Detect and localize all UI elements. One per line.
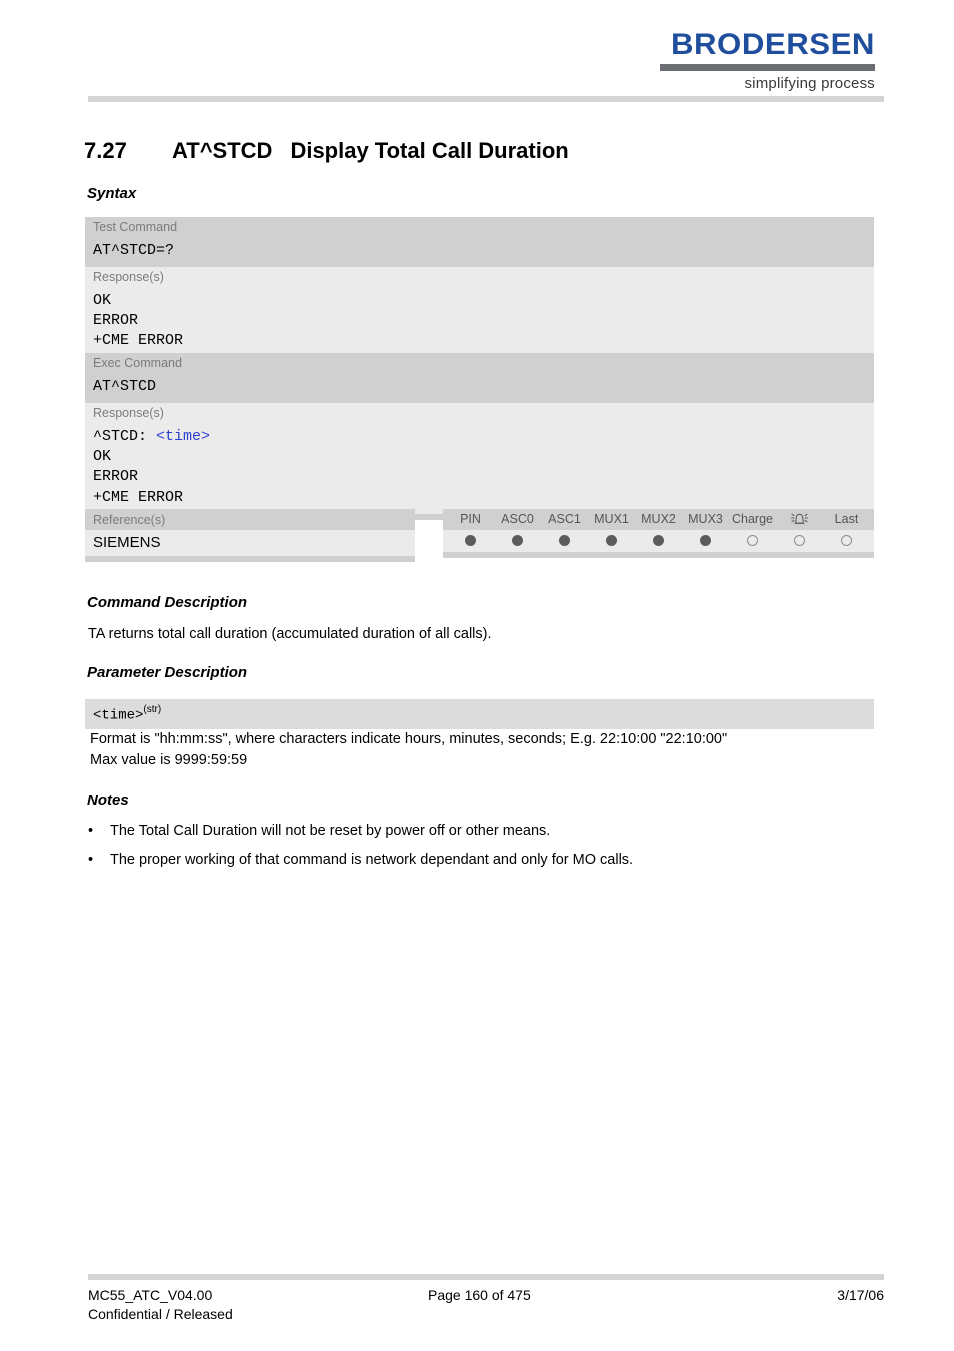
footer-secondary-row: Confidential / Released (88, 1304, 884, 1323)
reference-label: Reference(s) (85, 509, 415, 530)
capability-col-asc0: ASC0 (501, 512, 534, 526)
notes-list: • The Total Call Duration will not be re… (88, 821, 868, 879)
alarm-icon (776, 512, 823, 528)
capability-dot-pin (447, 534, 494, 546)
section-title-text: Display Total Call Duration (290, 138, 569, 163)
page-title: 7.27 AT^STCD Display Total Call Duration (84, 138, 569, 164)
capability-table: PIN ASC0 ASC1 MUX1 MUX2 MUX3 Charge Last (443, 509, 874, 558)
capability-header-row: PIN ASC0 ASC1 MUX1 MUX2 MUX3 Charge Last (443, 509, 874, 530)
footer-classification: Confidential / Released (88, 1306, 233, 1322)
bullet-icon: • (88, 823, 94, 839)
parameter-format-line: Format is "hh:mm:ss", where characters i… (90, 731, 728, 747)
parameter-type: (str) (143, 704, 162, 715)
document-page: BRODERSEN simplifying process 7.27 AT^STC… (0, 0, 954, 1351)
page-footer: MC55_ATC_V04.00 Page 160 of 475 3/17/06 … (88, 1285, 884, 1323)
caret-glyph: ^ (111, 241, 121, 259)
list-item: • The proper working of that command is … (88, 850, 868, 872)
table-bottom-bar (85, 556, 415, 562)
command-description-text: TA returns total call duration (accumula… (88, 626, 492, 642)
caret-glyph: ^ (93, 427, 103, 445)
test-response-code: OK ERROR +CME ERROR (85, 287, 874, 358)
bullet-icon: • (88, 851, 94, 868)
capability-col-last: Last (834, 512, 859, 526)
brodersen-logo: BRODERSEN simplifying process (660, 30, 875, 92)
capability-dot-mux3 (682, 534, 729, 546)
logo-tagline: simplifying process (744, 75, 875, 92)
heading-notes: Notes (87, 792, 129, 809)
note-text: The proper working of that command is ne… (110, 851, 634, 868)
footer-primary-row: MC55_ATC_V04.00 Page 160 of 475 3/17/06 (88, 1285, 884, 1304)
capability-dot-mux2 (635, 534, 682, 546)
logo-underline-bar (660, 64, 875, 71)
header-divider (88, 96, 884, 102)
exec-command-table: Exec Command AT^STCD Response(s) ^STCD: … (85, 353, 874, 520)
capability-dot-last (823, 534, 870, 546)
parameter-name-bar: <time>(str) (85, 699, 874, 730)
section-command: AT^STCD (172, 138, 273, 163)
footer-date: 3/17/06 (837, 1287, 884, 1303)
heading-command-description: Command Description (87, 594, 248, 611)
parameter-name: <time> (93, 707, 144, 724)
exec-response-code: ^STCD: <time> OK ERROR +CME ERROR (85, 423, 874, 514)
footer-page-number: Page 160 of 475 (428, 1287, 531, 1303)
time-parameter-ref: <time> (156, 427, 211, 445)
capability-dot-alarm (776, 534, 823, 546)
parameter-detail-lines: Format is "hh:mm:ss", where characters i… (90, 729, 727, 771)
heading-parameter-description: Parameter Description (87, 664, 248, 681)
test-response-label: Response(s) (85, 267, 874, 288)
test-command-table: Test Command AT^STCD=? Response(s) OK ER… (85, 217, 874, 364)
capability-dot-charge (729, 534, 776, 546)
note-text: The Total Call Duration will not be rese… (110, 823, 551, 839)
capability-col-charge: Charge (732, 512, 773, 526)
capability-dot-asc1 (541, 534, 588, 546)
capability-col-pin: PIN (460, 512, 481, 526)
reference-value: SIEMENS (85, 530, 415, 556)
exec-command-label: Exec Command (85, 353, 874, 374)
exec-command-code: AT^STCD (85, 373, 874, 403)
caret-glyph: ^ (111, 377, 121, 395)
exec-response-label: Response(s) (85, 403, 874, 424)
capability-dot-asc0 (494, 534, 541, 546)
reference-table: Reference(s) SIEMENS (85, 509, 415, 562)
capability-col-mux3: MUX3 (688, 512, 723, 526)
footer-divider (88, 1274, 884, 1280)
heading-syntax: Syntax (87, 185, 137, 202)
test-command-label: Test Command (85, 217, 874, 238)
list-item: • The Total Call Duration will not be re… (88, 821, 868, 843)
logo-wordmark: BRODERSEN (670, 28, 875, 61)
capability-col-mux2: MUX2 (641, 512, 676, 526)
capability-col-mux1: MUX1 (594, 512, 629, 526)
section-number: 7.27 (84, 138, 127, 163)
capability-col-asc1: ASC1 (548, 512, 581, 526)
test-command-code: AT^STCD=? (85, 237, 874, 267)
footer-document-id: MC55_ATC_V04.00 (88, 1287, 213, 1303)
capability-dot-mux1 (588, 534, 635, 546)
capability-state-row (443, 529, 874, 552)
table-bottom-bar (443, 551, 874, 558)
parameter-maxvalue-line: Max value is 9999:59:59 (90, 752, 248, 769)
